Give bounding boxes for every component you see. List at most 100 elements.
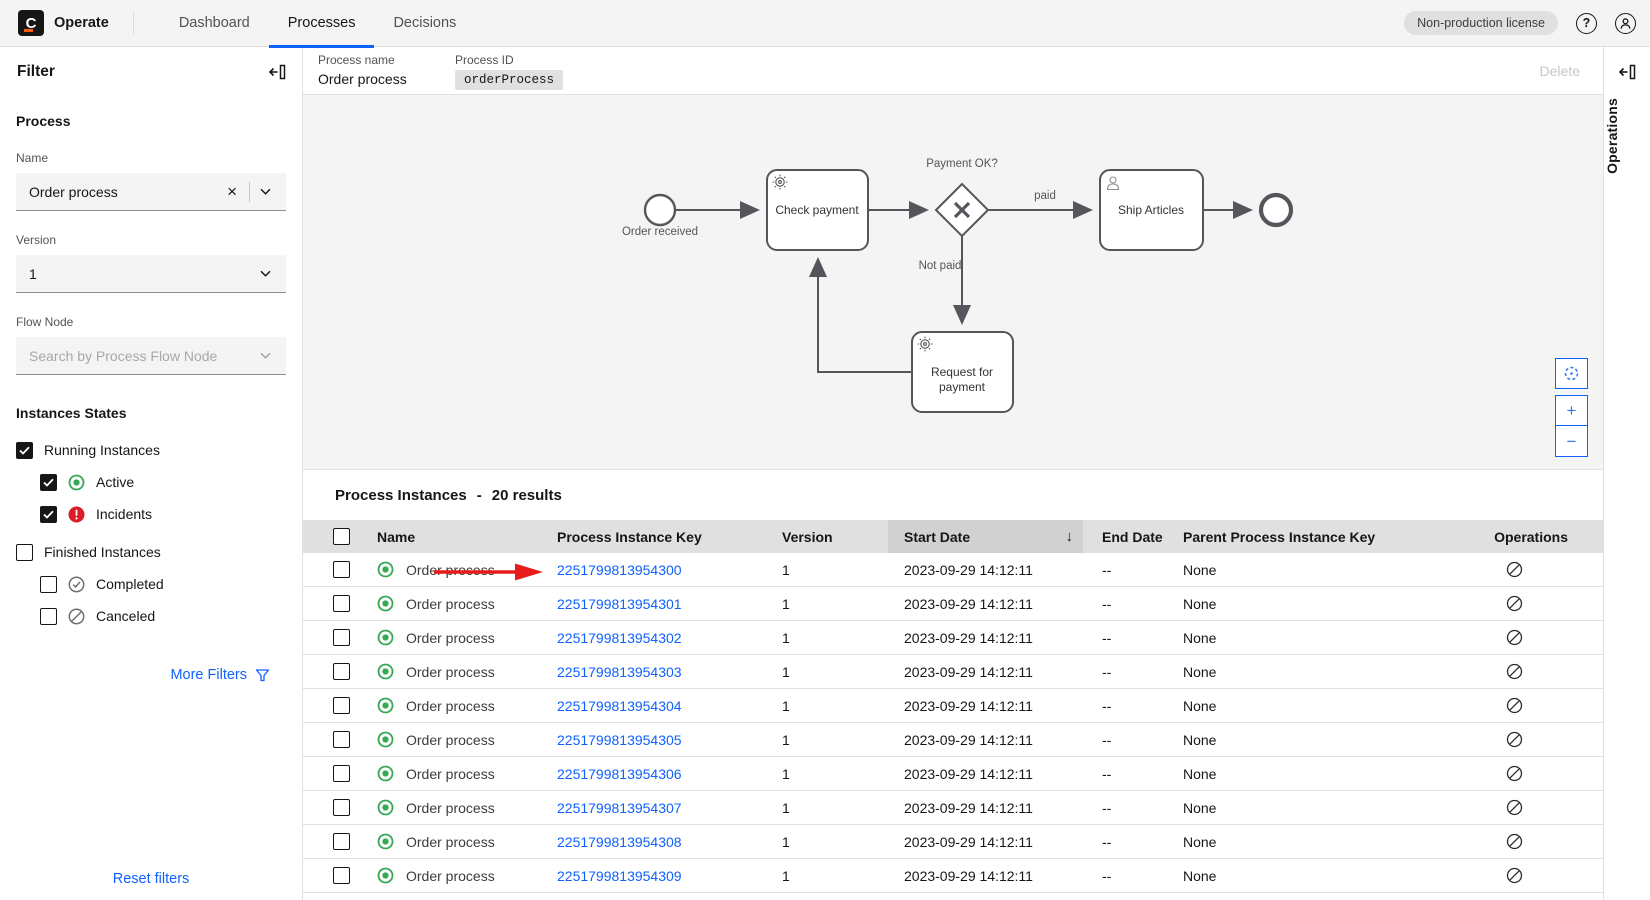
incident-state-icon: [68, 506, 85, 522]
instance-key-link[interactable]: 2251799813954308: [557, 834, 682, 850]
instance-rows: Order process 2251799813954300 1 2023-09…: [303, 553, 1603, 893]
instance-end-date: --: [1102, 731, 1112, 748]
row-checkbox[interactable]: [333, 731, 350, 748]
row-checkbox[interactable]: [333, 595, 350, 612]
incidents-label: Incidents: [96, 506, 153, 522]
minus-icon: −: [1566, 431, 1577, 451]
completed-checkbox[interactable]: [40, 575, 57, 593]
cancel-operation-icon[interactable]: [1506, 629, 1523, 646]
row-checkbox[interactable]: [333, 629, 350, 646]
tab-processes[interactable]: Processes: [268, 0, 375, 48]
process-section-title: Process: [16, 113, 71, 129]
table-row: Order process 2251799813954309 1 2023-09…: [303, 859, 1603, 893]
active-state-icon: [377, 867, 394, 884]
instance-name: Order process: [406, 867, 495, 884]
completed-state-icon: [68, 576, 85, 592]
active-checkbox[interactable]: [40, 473, 57, 491]
active-state-icon: [377, 697, 394, 714]
filter-running-instances: Running Instances: [16, 441, 286, 459]
instances-states-title: Instances States: [16, 405, 127, 421]
instance-parent-key: None: [1183, 595, 1217, 612]
reset-filters-button[interactable]: Reset filters: [0, 871, 302, 887]
instance-start-date: 2023-09-29 14:12:11: [904, 663, 1033, 680]
canceled-checkbox[interactable]: [40, 607, 57, 625]
instance-start-date: 2023-09-29 14:12:11: [904, 561, 1033, 578]
cancel-operation-icon[interactable]: [1506, 697, 1523, 714]
help-icon[interactable]: ?: [1576, 12, 1597, 34]
expand-panel-icon[interactable]: [1618, 64, 1636, 80]
process-name-combobox[interactable]: ×: [16, 173, 286, 211]
camunda-logo: C: [18, 10, 44, 36]
license-badge: Non-production license: [1404, 11, 1558, 35]
filter-canceled: Canceled: [40, 607, 286, 625]
active-state-icon: [68, 474, 85, 490]
process-name-input[interactable]: [29, 183, 216, 200]
instance-key-link[interactable]: 2251799813954309: [557, 868, 682, 884]
instance-start-date: 2023-09-29 14:12:11: [904, 867, 1033, 884]
table-row: Order process 2251799813954303 1 2023-09…: [303, 655, 1603, 689]
active-state-icon: [377, 799, 394, 816]
column-header-name: Name: [377, 528, 416, 545]
select-all-checkbox[interactable]: [333, 528, 350, 545]
finished-instances-checkbox[interactable]: [16, 543, 33, 561]
cancel-operation-icon[interactable]: [1506, 595, 1523, 612]
cancel-operation-icon[interactable]: [1506, 765, 1523, 782]
row-checkbox[interactable]: [333, 561, 350, 578]
tab-decisions[interactable]: Decisions: [374, 0, 475, 47]
instance-version: 1: [782, 833, 790, 850]
title-separator: -: [476, 486, 482, 504]
instance-key-link[interactable]: 2251799813954307: [557, 800, 682, 816]
instance-version: 1: [782, 595, 790, 612]
instance-name: Order process: [406, 561, 495, 578]
sort-descending-icon[interactable]: ↓: [1066, 528, 1074, 545]
row-checkbox[interactable]: [333, 765, 350, 782]
instance-key-link[interactable]: 2251799813954306: [557, 766, 682, 782]
cancel-operation-icon[interactable]: [1506, 867, 1523, 884]
incidents-checkbox[interactable]: [40, 505, 57, 523]
bpmn-diagram-canvas[interactable]: Order received Check payment Payment OK?…: [303, 95, 1603, 470]
instance-key-link[interactable]: 2251799813954304: [557, 698, 682, 714]
row-checkbox[interactable]: [333, 799, 350, 816]
instance-key-link[interactable]: 2251799813954301: [557, 596, 682, 612]
running-instances-checkbox[interactable]: [16, 441, 33, 459]
instance-key-link[interactable]: 2251799813954302: [557, 630, 682, 646]
clear-name-icon[interactable]: ×: [223, 182, 241, 202]
cancel-operation-icon[interactable]: [1506, 561, 1523, 578]
cancel-operation-icon[interactable]: [1506, 663, 1523, 680]
row-checkbox[interactable]: [333, 697, 350, 714]
diagram-zoom-controls: + −: [1555, 395, 1588, 457]
zoom-in-button[interactable]: +: [1555, 395, 1588, 426]
row-checkbox[interactable]: [333, 663, 350, 680]
cancel-operation-icon[interactable]: [1506, 799, 1523, 816]
column-header-start-date[interactable]: Start Date ↓: [888, 520, 1083, 553]
cancel-operation-icon[interactable]: [1506, 833, 1523, 850]
instance-version: 1: [782, 731, 790, 748]
start-event[interactable]: [643, 193, 677, 227]
version-select[interactable]: 1: [16, 255, 286, 293]
more-filters-link[interactable]: More Filters: [16, 667, 286, 683]
flow-node-input[interactable]: [29, 347, 250, 364]
end-event[interactable]: [1258, 192, 1294, 228]
operations-sidebar-collapsed: Operations: [1603, 47, 1650, 900]
instance-key-link[interactable]: 2251799813954305: [557, 732, 682, 748]
delete-button[interactable]: Delete: [1540, 63, 1580, 79]
flow-node-select[interactable]: [16, 337, 286, 375]
zoom-out-button[interactable]: −: [1555, 426, 1588, 457]
row-checkbox[interactable]: [333, 867, 350, 884]
more-filters-label: More Filters: [170, 667, 247, 683]
instance-key-link[interactable]: 2251799813954300: [557, 562, 682, 578]
flow-paid-label: paid: [1034, 190, 1056, 202]
row-checkbox[interactable]: [333, 833, 350, 850]
cancel-operation-icon[interactable]: [1506, 731, 1523, 748]
collapse-panel-icon[interactable]: [268, 64, 286, 80]
active-state-icon: [377, 765, 394, 782]
instance-key-link[interactable]: 2251799813954303: [557, 664, 682, 680]
tab-dashboard-label: Dashboard: [178, 15, 250, 31]
user-avatar-icon[interactable]: [1615, 12, 1636, 34]
table-row: Order process 2251799813954306 1 2023-09…: [303, 757, 1603, 791]
tab-dashboard[interactable]: Dashboard: [160, 0, 269, 47]
diagram-reset-zoom-button[interactable]: [1555, 358, 1588, 389]
chevron-down-icon[interactable]: [258, 186, 273, 197]
filter-funnel-icon: [255, 668, 270, 681]
operations-panel-title[interactable]: Operations: [1604, 98, 1620, 174]
